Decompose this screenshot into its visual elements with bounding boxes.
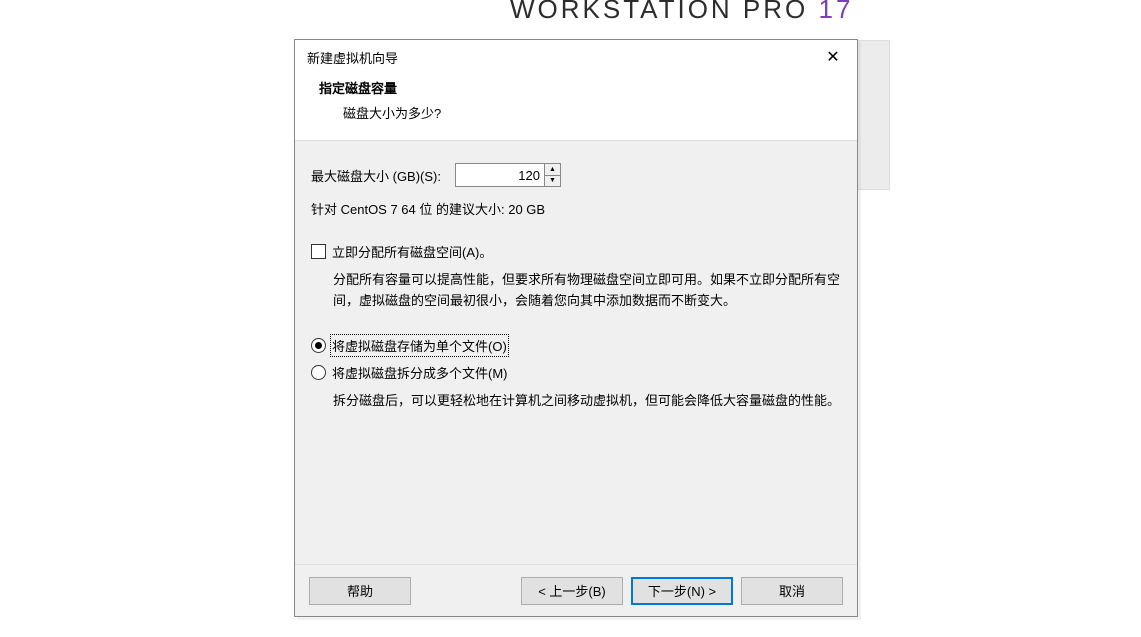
dialog-body: 最大磁盘大小 (GB)(S): ▲ ▼ 针对 CentOS 7 64 位 的建议…	[295, 141, 857, 564]
dialog-header: 指定磁盘容量 磁盘大小为多少?	[295, 74, 857, 141]
radio-split-files-row[interactable]: 将虚拟磁盘拆分成多个文件(M)	[311, 363, 841, 382]
split-description: 拆分磁盘后，可以更轻松地在计算机之间移动虚拟机，但可能会降低大容量磁盘的性能。	[311, 390, 841, 411]
new-vm-wizard-dialog: 新建虚拟机向导 ✕ 指定磁盘容量 磁盘大小为多少? 最大磁盘大小 (GB)(S)…	[294, 39, 858, 617]
close-icon: ✕	[826, 47, 839, 67]
dialog-button-bar: 帮助 < 上一步(B) 下一步(N) > 取消	[295, 564, 857, 616]
allocate-now-checkbox[interactable]	[311, 244, 326, 259]
disk-size-label: 最大磁盘大小 (GB)(S):	[311, 166, 441, 185]
brand-logo: WORKSTATION PRO 17	[510, 0, 853, 25]
radio-single-file-row[interactable]: 将虚拟磁盘存储为单个文件(O)	[311, 336, 841, 355]
allocate-now-label: 立即分配所有磁盘空间(A)。	[332, 242, 492, 261]
back-button[interactable]: < 上一步(B)	[521, 577, 623, 605]
cancel-button[interactable]: 取消	[741, 577, 843, 605]
dialog-heading: 指定磁盘容量	[319, 78, 833, 97]
spinner-up[interactable]: ▲	[545, 164, 560, 176]
close-button[interactable]: ✕	[813, 43, 853, 71]
brand-version: 17	[819, 0, 854, 24]
radio-split-files[interactable]	[311, 365, 326, 380]
dialog-titlebar[interactable]: 新建虚拟机向导 ✕	[295, 40, 857, 74]
radio-single-file[interactable]	[311, 338, 326, 353]
disk-size-row: 最大磁盘大小 (GB)(S): ▲ ▼	[311, 163, 841, 187]
spinner-down[interactable]: ▼	[545, 176, 560, 187]
brand-name: WORKSTATION PRO	[510, 0, 808, 24]
help-button[interactable]: 帮助	[309, 577, 411, 605]
spinner-buttons: ▲ ▼	[544, 164, 560, 186]
dialog-title: 新建虚拟机向导	[307, 48, 398, 67]
radio-split-files-label: 将虚拟磁盘拆分成多个文件(M)	[332, 363, 508, 382]
disk-size-input[interactable]	[456, 164, 544, 186]
allocate-now-description: 分配所有容量可以提高性能，但要求所有物理磁盘空间立即可用。如果不立即分配所有空间…	[311, 269, 841, 312]
radio-single-file-label: 将虚拟磁盘存储为单个文件(O)	[332, 336, 507, 355]
disk-size-spinner[interactable]: ▲ ▼	[455, 163, 561, 187]
allocate-now-row[interactable]: 立即分配所有磁盘空间(A)。	[311, 242, 841, 261]
recommended-size-text: 针对 CentOS 7 64 位 的建议大小: 20 GB	[311, 199, 841, 218]
next-button[interactable]: 下一步(N) >	[631, 577, 733, 605]
dialog-subheading: 磁盘大小为多少?	[319, 103, 833, 122]
